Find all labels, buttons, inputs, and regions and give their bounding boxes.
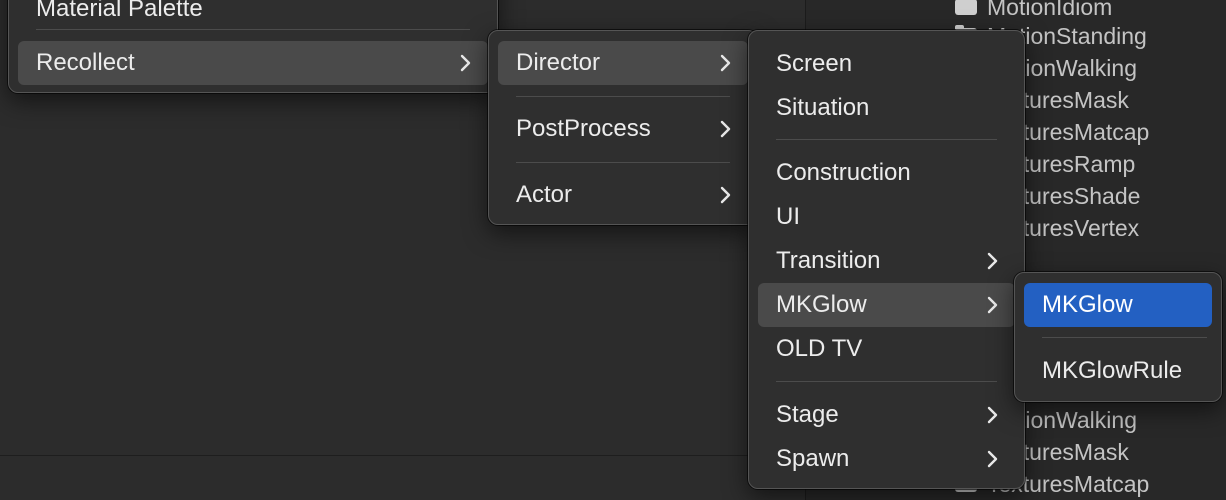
menu-separator [1042,337,1207,338]
file-item-label: MotionIdiom [987,0,1113,20]
chevron-right-icon [720,41,732,85]
menu-item-screen[interactable]: Screen [758,42,1015,86]
menu-item-mkglowrule[interactable]: MKGlowRule [1024,349,1212,393]
context-menu-root: Material Palette Recollect [8,0,498,93]
chevron-right-icon [987,393,999,437]
menu-item-mkglow-component[interactable]: MKGlow [1024,283,1212,327]
submenu-mkglow: MKGlow MKGlowRule [1014,272,1222,402]
submenu-director: Screen Situation Construction UI Transit… [748,30,1025,489]
menu-item-stage[interactable]: Stage [758,393,1015,437]
menu-item-construction[interactable]: Construction [758,151,1015,195]
menu-item-label: MKGlow [1042,291,1133,318]
chevron-right-icon [987,239,999,283]
menu-item-label: Director [516,49,601,76]
menu-item-label: PostProcess [516,115,651,142]
menu-separator [516,96,730,97]
menu-item-label: UI [776,203,800,230]
menu-item-actor[interactable]: Actor [498,173,748,217]
menu-item-label: OLD TV [776,335,863,362]
chevron-right-icon [987,437,999,481]
panel-divider [0,455,805,456]
editor-window: MotionIdiom MotionStanding MotionWalking… [0,0,1226,500]
menu-item-spawn[interactable]: Spawn [758,437,1015,481]
menu-item-old-tv[interactable]: OLD TV [758,327,1015,371]
menu-item-label: MKGlowRule [1042,357,1183,384]
menu-item-label: Screen [776,50,853,77]
menu-separator [776,139,997,140]
menu-item-director[interactable]: Director [498,41,748,85]
menu-separator [516,162,730,163]
menu-item-recollect[interactable]: Recollect [18,41,488,85]
chevron-right-icon [720,173,732,217]
menu-item-label: Spawn [776,445,850,472]
menu-item-label: Construction [776,159,911,186]
chevron-right-icon [720,107,732,151]
menu-item-label: MKGlow [776,291,867,318]
menu-item-label: Situation [776,94,870,121]
submenu-recollect: Director PostProcess Actor [488,30,758,225]
menu-separator [776,381,997,382]
chevron-right-icon [460,41,472,85]
menu-item-ui[interactable]: UI [758,195,1015,239]
menu-item-postprocess[interactable]: PostProcess [498,107,748,151]
menu-item-label: Actor [516,181,573,208]
menu-separator [36,29,470,30]
menu-item-transition[interactable]: Transition [758,239,1015,283]
menu-item-label: Stage [776,401,839,428]
menu-item-mkglow[interactable]: MKGlow [758,283,1015,327]
menu-item-label: Transition [776,247,881,274]
menu-item-material-palette[interactable]: Material Palette [18,0,488,31]
menu-item-label: Recollect [36,49,135,76]
chevron-right-icon [987,283,999,327]
folder-icon [955,0,977,15]
menu-item-label: Material Palette [36,0,203,22]
menu-item-situation[interactable]: Situation [758,86,1015,130]
